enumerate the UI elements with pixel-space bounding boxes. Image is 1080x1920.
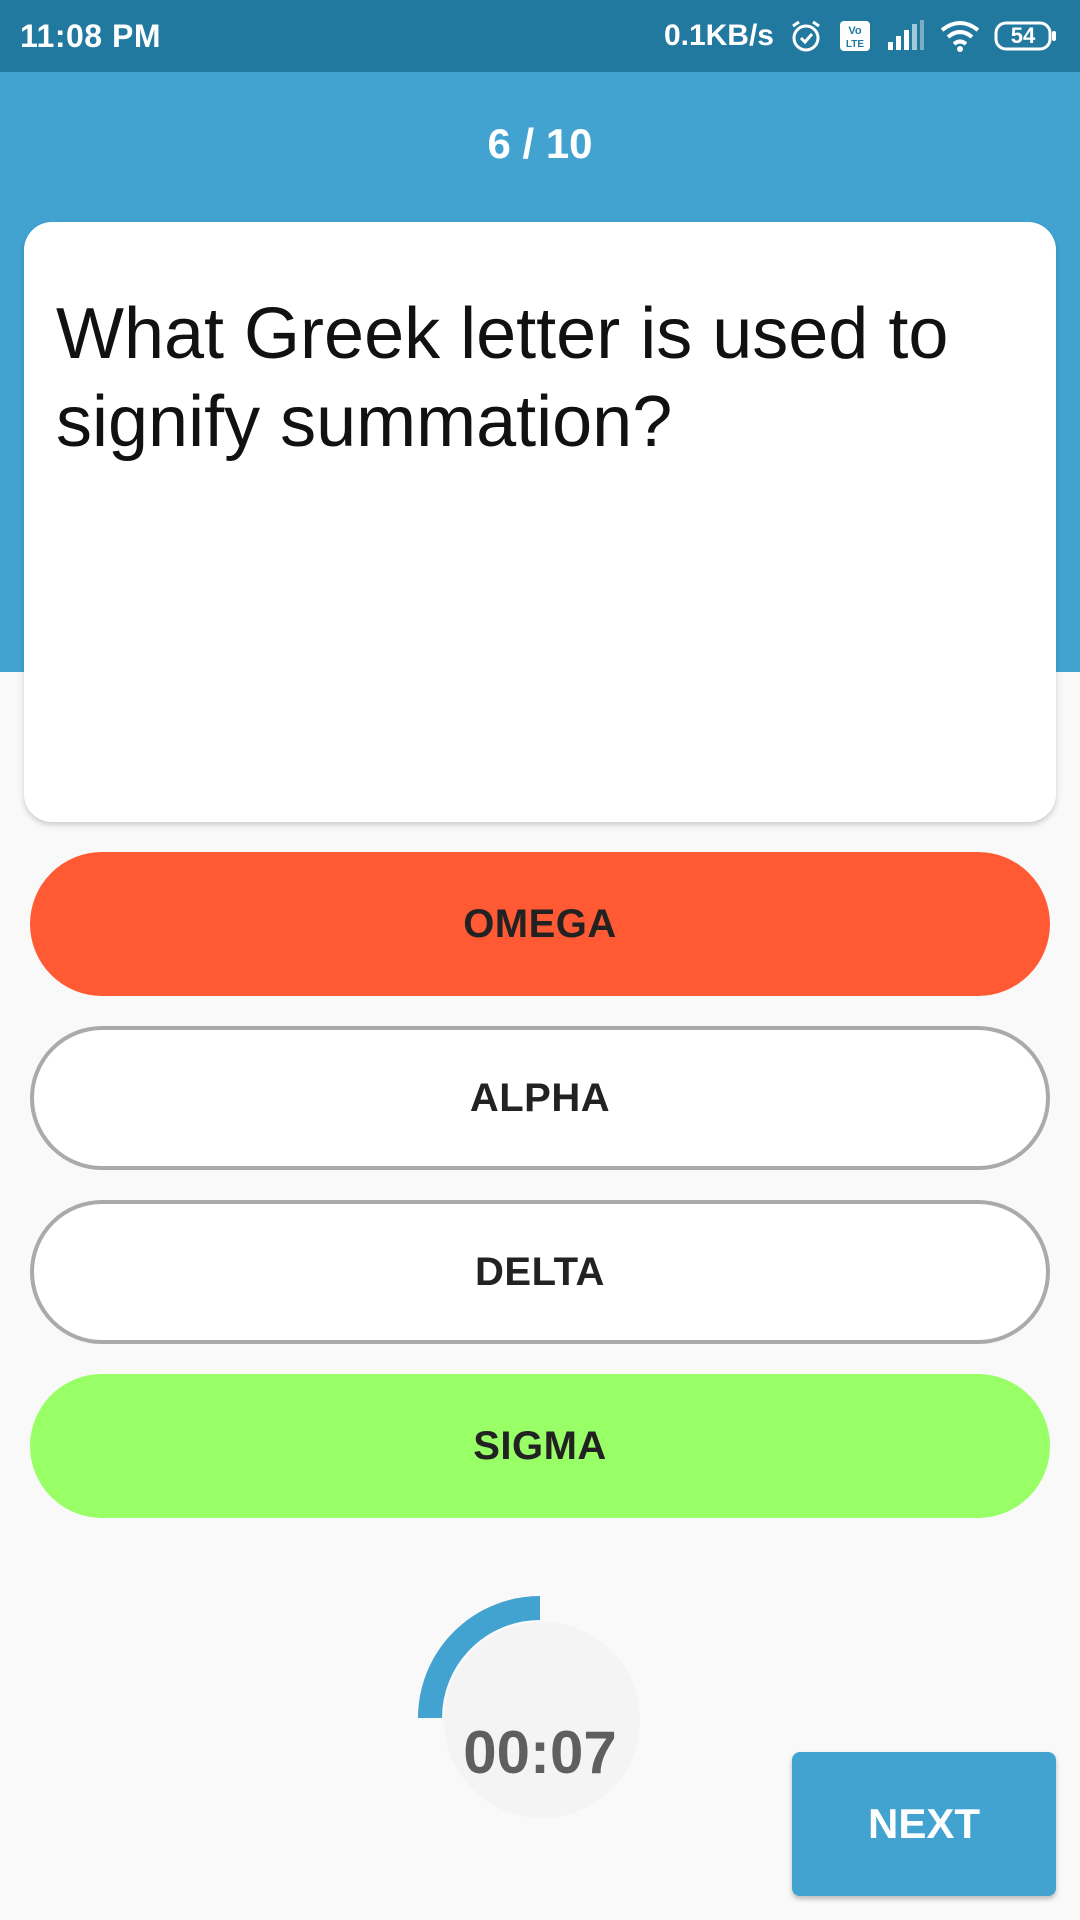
answer-label: DELTA xyxy=(475,1249,605,1294)
next-button[interactable]: NEXT xyxy=(792,1752,1056,1896)
answer-label: SIGMA xyxy=(473,1423,607,1468)
status-time: 11:08 PM xyxy=(20,17,161,54)
answer-button-delta[interactable]: DELTA xyxy=(30,1200,1050,1344)
network-speed: 0.1KB/s xyxy=(663,19,774,52)
svg-text:Vo: Vo xyxy=(848,25,862,37)
answer-button-sigma[interactable]: SIGMA xyxy=(30,1374,1050,1518)
alarm-icon xyxy=(788,18,824,54)
battery-icon: 54 xyxy=(994,20,1058,52)
question-text: What Greek letter is used to signify sum… xyxy=(56,294,949,462)
svg-text:LTE: LTE xyxy=(846,39,864,50)
answer-button-alpha[interactable]: ALPHA xyxy=(30,1026,1050,1170)
question-progress: 6 / 10 xyxy=(487,120,593,167)
wifi-icon xyxy=(940,20,980,52)
timer-text: 00:07 xyxy=(463,1719,617,1786)
quiz-screen: 11:08 PM 0.1KB/s Vo LTE 54 6 / 10 What G… xyxy=(0,0,1080,1920)
status-bar: 11:08 PM 0.1KB/s Vo LTE 54 xyxy=(0,0,1080,72)
question-card: What Greek letter is used to signify sum… xyxy=(24,222,1056,822)
timer-progress-arc xyxy=(418,1596,541,1719)
answer-label: ALPHA xyxy=(469,1075,611,1120)
next-label: NEXT xyxy=(867,1800,980,1847)
answer-button-omega[interactable]: OMEGA xyxy=(30,852,1050,996)
volte-icon: Vo LTE xyxy=(838,19,872,53)
countdown-timer: 00:07 xyxy=(412,1590,668,1846)
answer-label: OMEGA xyxy=(463,901,617,946)
battery-level: 54 xyxy=(1010,23,1036,48)
cell-signal-icon xyxy=(886,20,926,52)
status-icons: 0.1KB/s Vo LTE 54 xyxy=(664,18,1058,54)
